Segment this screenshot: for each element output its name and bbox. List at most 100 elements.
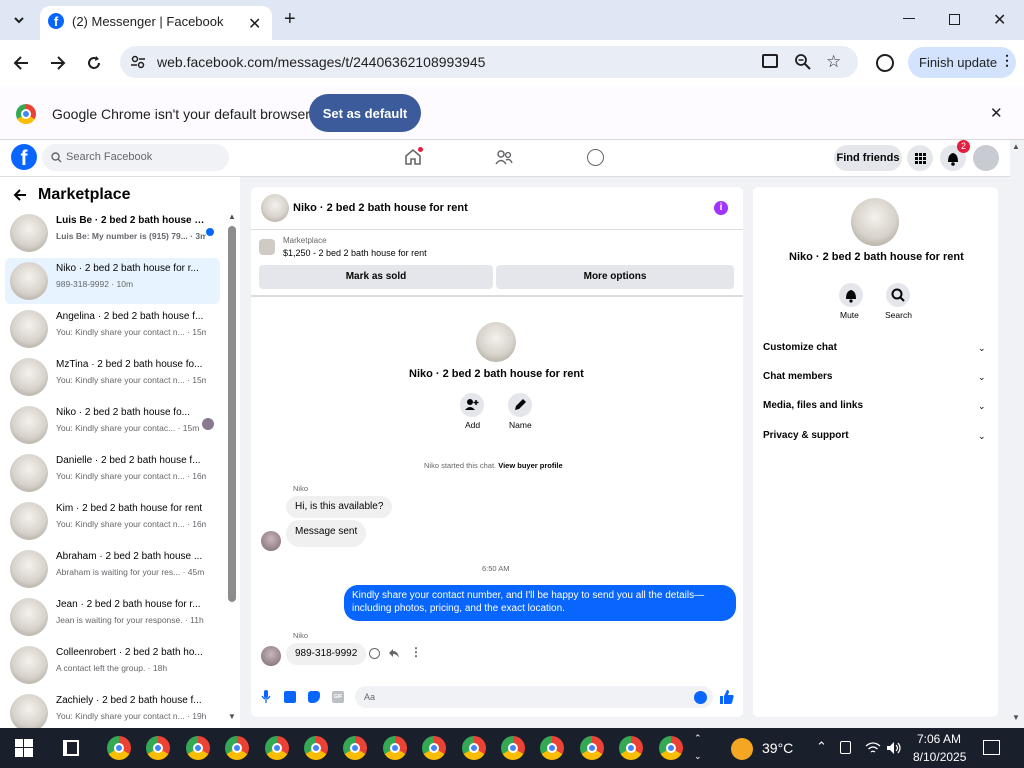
chat-avatar[interactable] bbox=[261, 194, 289, 222]
add-people-button[interactable] bbox=[460, 393, 484, 417]
conversation-item[interactable]: Niko · 2 bed 2 bath house for r... 989-31… bbox=[5, 258, 220, 304]
site-info-icon[interactable] bbox=[130, 54, 146, 70]
sidebar-scroll-down[interactable]: ▼ bbox=[228, 712, 236, 721]
conversation-item[interactable]: Abraham · 2 bed 2 bath house ... Abraham … bbox=[5, 546, 220, 592]
zoom-icon[interactable] bbox=[795, 54, 811, 70]
url-text[interactable]: web.facebook.com/messages/t/244063621089… bbox=[157, 54, 485, 70]
message-bubble[interactable]: Hi, is this available? bbox=[286, 496, 393, 518]
message-bubble[interactable]: Message sent bbox=[286, 520, 367, 547]
restore-button[interactable] bbox=[949, 14, 960, 25]
chrome-taskbar-icon[interactable] bbox=[107, 736, 131, 760]
friends-nav-icon[interactable] bbox=[495, 149, 513, 165]
tab-search-button[interactable] bbox=[10, 12, 28, 28]
task-view-icon[interactable] bbox=[63, 740, 79, 756]
thumbs-up-icon[interactable] bbox=[719, 689, 735, 705]
conversation-item[interactable]: Niko · 2 bed 2 bath house fo... You: Kind… bbox=[5, 402, 220, 448]
conversation-item[interactable]: Angelina · 2 bed 2 bath house f... You: K… bbox=[5, 306, 220, 352]
page-scroll-up[interactable]: ▲ bbox=[1012, 142, 1020, 151]
emoji-icon[interactable] bbox=[694, 691, 707, 704]
new-tab-button[interactable]: + bbox=[284, 8, 296, 31]
finish-update-button[interactable]: Finish update ⋮ bbox=[908, 47, 1016, 78]
details-avatar[interactable] bbox=[851, 198, 899, 246]
kebab-menu-icon[interactable]: ⋮ bbox=[1000, 52, 1014, 69]
mute-button[interactable] bbox=[839, 283, 863, 307]
chevron-down-icon[interactable]: ⌄ bbox=[978, 401, 986, 412]
close-infobar-icon[interactable]: ✕ bbox=[990, 104, 1003, 122]
conversation-item[interactable]: Luis Be · 2 bed 2 bath house f... Luis Be… bbox=[5, 210, 220, 256]
chrome-taskbar-icon[interactable] bbox=[225, 736, 250, 760]
bookmark-star-icon[interactable]: ☆ bbox=[826, 52, 841, 72]
chrome-taskbar-icon[interactable] bbox=[658, 736, 683, 760]
sender-avatar[interactable] bbox=[261, 646, 281, 666]
my-message-bubble[interactable]: Kindly share your contact number, and I'… bbox=[344, 585, 736, 621]
meet-icon[interactable] bbox=[840, 741, 851, 754]
chrome-taskbar-icon[interactable] bbox=[422, 736, 447, 760]
weather-icon[interactable] bbox=[731, 738, 753, 760]
customize-chat-section[interactable]: Customize chat bbox=[763, 342, 837, 353]
clock-time[interactable]: 7:06 AM bbox=[917, 732, 961, 746]
groups-nav-icon[interactable] bbox=[587, 149, 604, 166]
reload-button[interactable] bbox=[85, 54, 103, 72]
back-arrow-icon[interactable] bbox=[12, 187, 28, 203]
profile-icon[interactable] bbox=[876, 54, 894, 72]
info-icon[interactable]: i bbox=[714, 201, 728, 215]
minimize-button[interactable] bbox=[903, 18, 915, 19]
facebook-search-input[interactable]: Search Facebook bbox=[42, 144, 229, 171]
address-bar[interactable]: web.facebook.com/messages/t/244063621089… bbox=[120, 46, 858, 78]
clock-date[interactable]: 8/10/2025 bbox=[913, 750, 966, 764]
install-app-icon[interactable] bbox=[762, 54, 778, 68]
volume-icon[interactable] bbox=[886, 741, 902, 755]
menu-grid-button[interactable] bbox=[907, 145, 933, 171]
reply-icon[interactable] bbox=[388, 648, 400, 659]
chevron-down-icon[interactable]: ⌄ bbox=[978, 431, 986, 442]
chrome-taskbar-icon[interactable] bbox=[264, 736, 289, 760]
account-avatar[interactable] bbox=[973, 145, 999, 171]
taskbar-scroll-up[interactable]: ⌃ bbox=[694, 733, 702, 744]
listing-detail[interactable]: $1,250 - 2 bed 2 bath house for rent bbox=[283, 248, 427, 258]
chevron-down-icon[interactable]: ⌄ bbox=[978, 343, 986, 354]
taskbar-scroll-down[interactable]: ⌄ bbox=[694, 751, 702, 762]
edit-name-button[interactable] bbox=[508, 393, 532, 417]
chrome-taskbar-icon[interactable] bbox=[579, 736, 604, 760]
page-scroll-down[interactable]: ▼ bbox=[1012, 713, 1020, 722]
tray-chevron-icon[interactable]: ⌃ bbox=[816, 739, 827, 755]
find-friends-button[interactable]: Find friends bbox=[834, 145, 902, 171]
conversation-item[interactable]: Jean · 2 bed 2 bath house for r... Jean i… bbox=[5, 594, 220, 640]
message-input[interactable]: Aa bbox=[355, 686, 713, 708]
search-chat-button[interactable] bbox=[886, 283, 910, 307]
browser-tab[interactable]: f (2) Messenger | Facebook ✕ bbox=[40, 6, 272, 40]
profile-avatar[interactable] bbox=[476, 322, 516, 362]
chevron-down-icon[interactable]: ⌄ bbox=[978, 372, 986, 383]
chrome-taskbar-icon[interactable] bbox=[382, 736, 407, 760]
conversation-item[interactable]: Danielle · 2 bed 2 bath house f... You: K… bbox=[5, 450, 220, 496]
view-buyer-profile-link[interactable]: View buyer profile bbox=[498, 461, 562, 470]
more-actions-icon[interactable]: ⋮ bbox=[410, 645, 422, 659]
close-tab-icon[interactable]: ✕ bbox=[248, 14, 261, 34]
chrome-taskbar-icon[interactable] bbox=[619, 736, 644, 760]
network-icon[interactable] bbox=[865, 741, 881, 755]
start-button[interactable] bbox=[15, 739, 33, 757]
chrome-taskbar-icon[interactable] bbox=[501, 736, 525, 760]
chrome-taskbar-icon[interactable] bbox=[461, 736, 486, 760]
sender-avatar[interactable] bbox=[261, 531, 281, 551]
gif-icon[interactable]: GIF bbox=[332, 691, 344, 703]
listing-thumbnail[interactable] bbox=[259, 239, 275, 255]
media-files-section[interactable]: Media, files and links bbox=[763, 400, 863, 411]
chat-title[interactable]: Niko · 2 bed 2 bath house for rent bbox=[293, 202, 468, 214]
microphone-icon[interactable] bbox=[261, 690, 271, 704]
conversation-item[interactable]: Colleenrobert · 2 bed 2 bath ho... A cont… bbox=[5, 642, 220, 688]
photo-icon[interactable] bbox=[284, 691, 296, 703]
chrome-taskbar-icon[interactable] bbox=[185, 736, 210, 760]
forward-button[interactable] bbox=[48, 54, 68, 72]
conversation-item[interactable]: Kim · 2 bed 2 bath house for rent You: Ki… bbox=[5, 498, 220, 544]
sidebar-scrollbar[interactable] bbox=[228, 226, 236, 602]
close-window-button[interactable]: ✕ bbox=[993, 10, 1006, 30]
conversation-item[interactable]: MzTina · 2 bed 2 bath house fo... You: Ki… bbox=[5, 354, 220, 400]
set-as-default-button[interactable]: Set as default bbox=[309, 94, 421, 132]
mark-as-sold-button[interactable]: Mark as sold bbox=[259, 265, 493, 289]
sidebar-scroll-up[interactable]: ▲ bbox=[228, 212, 236, 221]
privacy-support-section[interactable]: Privacy & support bbox=[763, 430, 849, 441]
message-bubble[interactable]: 989-318-9992 bbox=[286, 643, 367, 665]
back-button[interactable] bbox=[12, 54, 32, 72]
react-icon[interactable] bbox=[369, 648, 380, 659]
